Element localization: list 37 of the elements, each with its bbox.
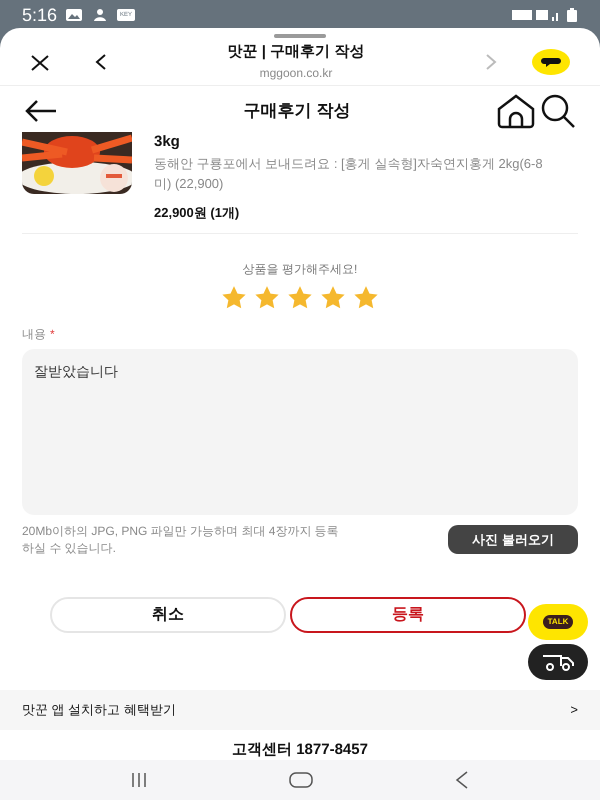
star-icon[interactable] bbox=[286, 285, 314, 311]
page-title: 맛꾼 | 구매후기 작성 bbox=[228, 42, 364, 62]
back-arrow-icon[interactable] bbox=[24, 99, 58, 123]
required-mark: * bbox=[50, 326, 55, 343]
home-button-icon[interactable] bbox=[289, 772, 313, 788]
product-price: 22,900원 (1개) bbox=[154, 204, 240, 222]
image-icon bbox=[65, 8, 84, 22]
star-icon[interactable] bbox=[220, 285, 248, 311]
star-icon[interactable] bbox=[253, 285, 281, 311]
customer-center-text: 고객센터 1877-8457 bbox=[232, 740, 368, 760]
star-icon[interactable] bbox=[319, 285, 347, 311]
back-icon[interactable] bbox=[455, 771, 469, 789]
home-icon[interactable] bbox=[496, 93, 536, 129]
content-label: 내용 bbox=[22, 326, 46, 343]
network-status-icon bbox=[512, 8, 560, 22]
star-icon[interactable] bbox=[352, 285, 380, 311]
sheet-handle[interactable] bbox=[274, 34, 326, 38]
recent-apps-icon[interactable] bbox=[131, 772, 147, 788]
chat-bubble-icon[interactable] bbox=[532, 48, 570, 74]
upload-hint: 20Mb이하의 JPG, PNG 파일만 가능하며 최대 4장까지 등록하실 수 있습니다. bbox=[22, 523, 340, 557]
chevron-right-text[interactable]: > bbox=[570, 700, 578, 720]
register-button[interactable]: 등록 bbox=[290, 597, 526, 633]
battery-icon bbox=[566, 8, 578, 22]
site-url: mggoon.co.kr bbox=[260, 64, 332, 82]
truck-icon bbox=[541, 652, 575, 672]
back-chevron-icon[interactable] bbox=[94, 52, 108, 72]
person-icon bbox=[93, 8, 108, 22]
product-option: 동해안 구룡포에서 보내드려요 : [홍게 실속형]자숙연지홍게 2kg(6-8미) (22,900) bbox=[154, 154, 554, 194]
status-time: 5:16 bbox=[22, 4, 58, 26]
header-title: 구매후기 작성 bbox=[242, 100, 352, 122]
cancel-button[interactable]: 취소 bbox=[50, 597, 286, 633]
rating-prompt: 상품을 평가해주세요! bbox=[242, 261, 358, 278]
load-photo-button[interactable]: 사진 불러오기 bbox=[448, 525, 578, 554]
product-name: 3kg bbox=[154, 132, 181, 152]
search-icon[interactable] bbox=[540, 93, 576, 129]
app-install-link[interactable]: 맛꾼 앱 설치하고 혜택받기 bbox=[22, 700, 176, 720]
review-textarea[interactable]: 잘받았습니다 bbox=[22, 349, 578, 515]
